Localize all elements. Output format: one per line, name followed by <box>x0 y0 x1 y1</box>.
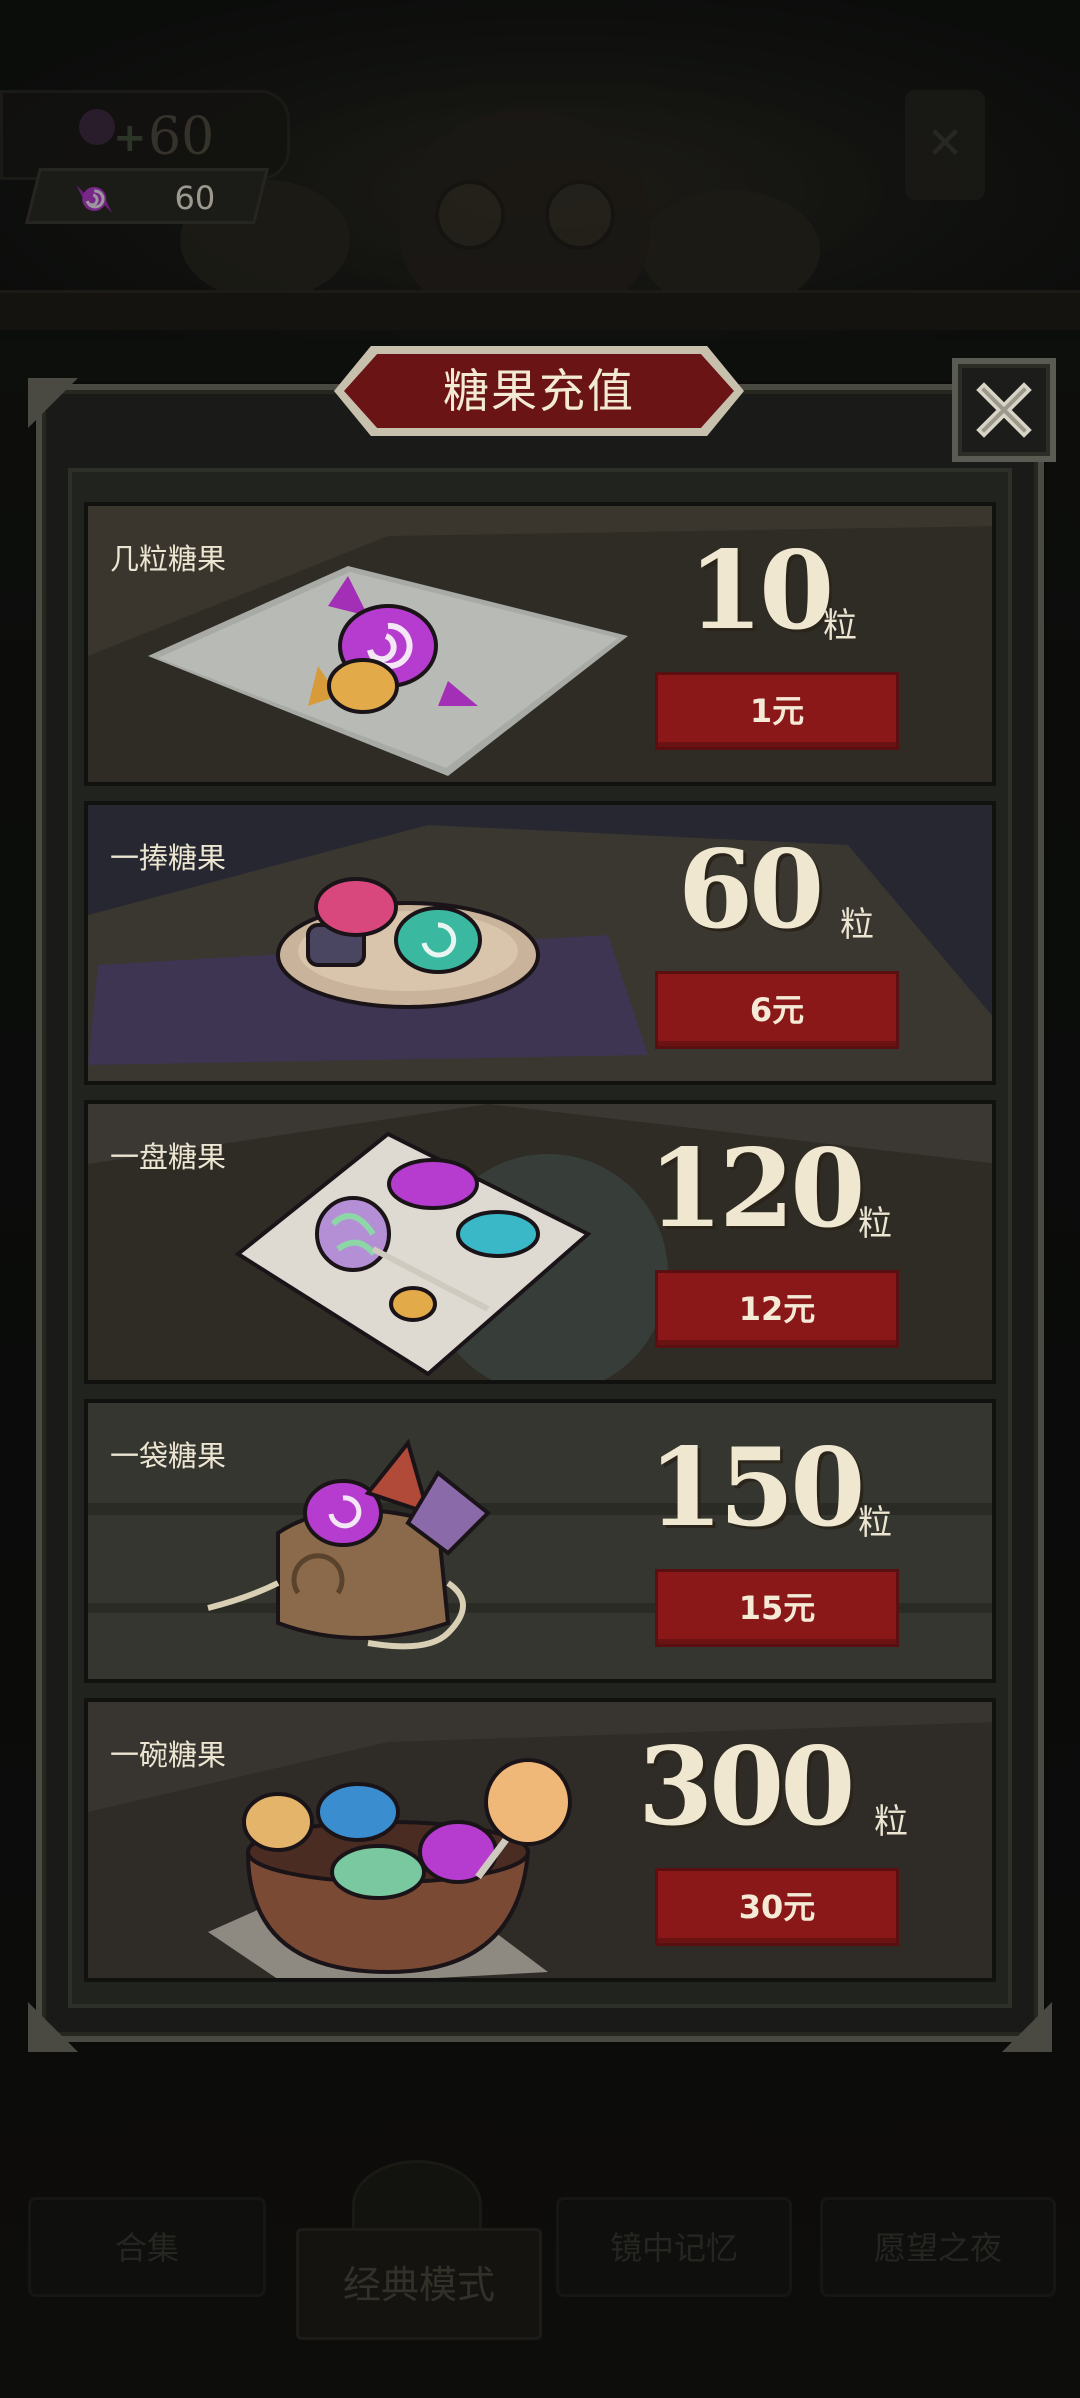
pack-name: 一盘糖果 <box>110 1140 227 1174</box>
dialog-title-plate: 糖果充值 <box>334 346 744 436</box>
pack-unit: 粒 <box>858 1503 892 1543</box>
pack-unit: 粒 <box>874 1802 908 1842</box>
pack-name: 一碗糖果 <box>110 1738 227 1772</box>
pack-unit: 粒 <box>840 905 874 945</box>
pack-amount: 10 <box>688 528 834 654</box>
pack-name: 一袋糖果 <box>110 1439 227 1473</box>
buy-button-6yuan[interactable]: 6元 <box>655 971 899 1049</box>
buy-button-30yuan[interactable]: 30元 <box>655 1868 899 1946</box>
pack-amount: 300 <box>638 1724 855 1850</box>
pack-unit: 粒 <box>858 1204 892 1244</box>
pack-card-bag[interactable]: 一袋糖果 150 粒 15元 <box>84 1399 996 1683</box>
close-button[interactable] <box>952 358 1056 462</box>
buy-button-12yuan[interactable]: 12元 <box>655 1270 899 1348</box>
pack-name: 几粒糖果 <box>110 542 227 576</box>
pack-amount: 60 <box>678 827 824 953</box>
pack-amount: 150 <box>648 1425 865 1551</box>
pack-card-handful[interactable]: 一捧糖果 60 粒 6元 <box>84 801 996 1085</box>
buy-button-15yuan[interactable]: 15元 <box>655 1569 899 1647</box>
buy-button-1yuan[interactable]: 1元 <box>655 672 899 750</box>
close-icon <box>976 382 1032 438</box>
pack-name: 一捧糖果 <box>110 841 227 875</box>
pack-amount: 120 <box>648 1126 865 1252</box>
pack-unit: 粒 <box>823 606 857 646</box>
pack-card-plate[interactable]: 一盘糖果 120 粒 12元 <box>84 1100 996 1384</box>
dialog-title: 糖果充值 <box>443 364 635 418</box>
pack-card-few[interactable]: 几粒糖果 10 粒 1元 <box>84 502 996 786</box>
pack-card-bowl[interactable]: 一碗糖果 300 粒 30元 <box>84 1698 996 1982</box>
